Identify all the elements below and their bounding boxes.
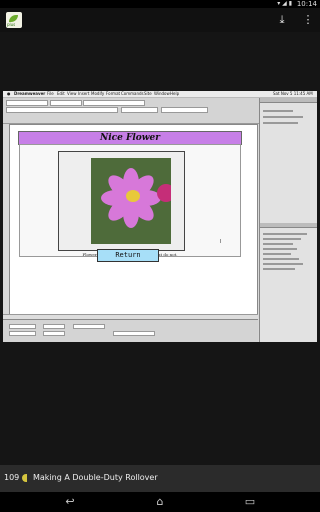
- menu-app-name: Dreamweaver: [14, 91, 46, 96]
- menu-format: Format: [106, 91, 121, 96]
- page-number: 109: [4, 473, 20, 482]
- status-icons: ▾ ◢ ▮: [277, 0, 292, 7]
- menu-view: View: [67, 91, 77, 96]
- chapter-bar[interactable]: 109 Making A Double-Duty Rollover: [0, 465, 320, 492]
- status-time: 10:14: [296, 0, 317, 8]
- home-icon[interactable]: ⌂: [150, 495, 170, 509]
- return-button[interactable]: Return: [97, 249, 159, 262]
- panel-dock: [259, 98, 317, 342]
- panel-row: [263, 116, 303, 118]
- menu-clock: Sat Nov 5 11:45 AM: [273, 91, 313, 96]
- menu-modify: Modify: [91, 91, 105, 96]
- image-frame: [58, 151, 185, 251]
- panel-row: [263, 248, 297, 250]
- status-bar: ▾ ◢ ▮ 10:14: [0, 0, 320, 8]
- prop-field[interactable]: [9, 331, 36, 336]
- panel-row: [263, 263, 303, 265]
- flower-center: [126, 190, 140, 202]
- panel-row: [263, 238, 301, 240]
- flower-image: [91, 158, 171, 244]
- panel-header: [260, 98, 317, 103]
- menu-insert: Insert: [78, 91, 90, 96]
- page-title: Nice Flower: [18, 131, 242, 145]
- prop-field[interactable]: [73, 324, 105, 329]
- back-icon[interactable]: ↩: [60, 495, 80, 509]
- menu-commands: Commands: [121, 91, 144, 96]
- cursor-icon: I: [220, 239, 222, 245]
- document-toolbar: [3, 98, 259, 124]
- prop-field[interactable]: [9, 324, 36, 329]
- menu-edit: Edit: [57, 91, 65, 96]
- prop-field[interactable]: [43, 324, 65, 329]
- mac-menu-bar: ● Dreamweaver File Edit View Insert Modi…: [3, 91, 317, 98]
- progress-marker: [22, 474, 27, 482]
- content-frame: Flowers small size... Zoomy! Some that d…: [19, 144, 241, 257]
- secondary-flower: [157, 184, 171, 202]
- chapter-title: Making A Double-Duty Rollover: [33, 473, 158, 482]
- recents-icon[interactable]: ▭: [240, 495, 260, 509]
- toolbar-field-3: [83, 100, 145, 106]
- panel-row: [263, 233, 307, 235]
- menu-site: Site: [144, 91, 152, 96]
- toolbar-field-4: [121, 107, 158, 113]
- design-view: Nice Flower Flowers small size... Zoomy!…: [9, 124, 258, 342]
- dreamweaver-screenshot: ● Dreamweaver File Edit View Insert Modi…: [3, 91, 317, 342]
- toolbar-path-field: [6, 107, 118, 113]
- panel-row: [263, 110, 293, 112]
- panel-row: [263, 268, 295, 270]
- toolbar-field-1: [6, 100, 48, 106]
- overflow-menu-icon[interactable]: ⋮: [300, 12, 316, 28]
- app-icon-text: plus: [7, 22, 16, 27]
- panel-row: [263, 258, 299, 260]
- prop-field[interactable]: [113, 331, 155, 336]
- action-bar: plus ⤓ ⋮: [0, 8, 320, 32]
- apple-icon: ●: [7, 91, 11, 96]
- property-inspector: [3, 319, 258, 342]
- panel-row: [263, 243, 293, 245]
- panel-header: [260, 223, 317, 228]
- leaf-icon: [9, 15, 18, 22]
- panel-row: [263, 253, 291, 255]
- app-icon[interactable]: plus: [6, 12, 22, 28]
- navigation-bar: ↩ ⌂ ▭: [0, 492, 320, 512]
- panel-row: [263, 122, 298, 124]
- toolbar-title-field: [161, 107, 208, 113]
- prop-field[interactable]: [43, 331, 65, 336]
- menu-window: Window: [154, 91, 170, 96]
- toolbar-field-2: [50, 100, 82, 106]
- menu-help: Help: [170, 91, 180, 96]
- menu-file: File: [47, 91, 54, 96]
- download-icon[interactable]: ⤓: [274, 12, 290, 28]
